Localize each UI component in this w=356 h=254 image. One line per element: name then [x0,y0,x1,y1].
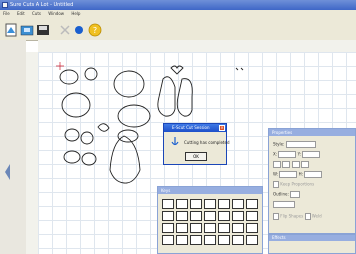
dialog-close-icon[interactable]: × [219,125,225,131]
menu-file[interactable]: File [0,10,13,18]
outline-value-field[interactable] [273,201,295,208]
blob-icon[interactable] [72,22,86,36]
key-button[interactable] [190,223,202,233]
dialog-message: Cutting has completed [184,140,230,145]
key-button[interactable] [176,223,188,233]
key-button[interactable] [218,199,230,209]
nudge-up-button[interactable] [273,161,281,168]
key-button[interactable] [204,223,216,233]
menu-help[interactable]: Help [68,10,83,18]
outline-label: Outline: [273,191,289,197]
open-icon[interactable] [20,22,34,36]
nudge-down-button[interactable] [282,161,291,168]
anchor-icon [171,137,179,146]
nudge-left-button[interactable] [291,161,300,168]
cut-icon[interactable] [58,22,72,36]
key-button[interactable] [190,199,202,209]
nudge-right-button[interactable] [300,161,309,168]
menu-window[interactable]: Window [45,10,67,18]
key-button[interactable] [232,235,244,245]
keys-title: Keys [158,187,262,194]
save-icon[interactable] [36,22,50,36]
w-label: W: [273,171,279,177]
flip-checkbox[interactable] [273,213,279,220]
key-button[interactable] [246,211,258,221]
y-label: Y: [297,151,301,157]
dialog-title: E-Scut Cut Session [164,124,226,132]
x-label: X: [273,151,278,157]
y-field[interactable] [302,151,321,158]
app-icon [2,2,8,8]
style-select[interactable] [285,141,316,148]
key-grid [162,199,258,245]
width-field[interactable] [279,171,298,178]
app-window: Sure Cuts A Lot - Untitled File Edit Cut… [0,0,356,254]
key-button[interactable] [246,199,258,209]
menu-edit[interactable]: Edit [14,10,28,18]
effects-panel: Effects [268,234,356,254]
key-button[interactable] [218,211,230,221]
new-icon[interactable] [4,22,18,37]
key-button[interactable] [204,235,216,245]
style-label: Style: [273,141,285,147]
keep-proportions-label: Keep Proportions [280,181,315,187]
effects-title: Effects [269,235,355,241]
key-button[interactable] [204,211,216,221]
key-button[interactable] [204,199,216,209]
collapse-arrow-icon[interactable] [0,40,26,254]
key-button[interactable] [190,235,202,245]
x-field[interactable] [278,151,297,158]
cut-session-dialog: E-Scut Cut Session × Cutting has complet… [163,123,230,165]
weld-label: Weld [311,213,322,219]
h-label: H: [298,171,303,177]
key-button[interactable] [246,235,258,245]
key-button[interactable] [162,223,174,233]
window-title: Sure Cuts A Lot - Untitled [10,2,74,8]
ok-button[interactable]: OK [185,152,207,161]
key-button[interactable] [218,223,230,233]
key-button[interactable] [232,223,244,233]
flip-label: Flip Shapes [280,213,304,219]
toolbar: ? [0,18,356,41]
properties-panel: Properties Style: X: Y: W: H: Keep Propo… [268,128,356,234]
title-bar[interactable]: Sure Cuts A Lot - Untitled [0,0,356,10]
properties-title: Properties [269,129,355,136]
height-field[interactable] [304,171,323,178]
menu-bar: File Edit Cuts Window Help [0,10,356,18]
keys-panel: Keys [157,186,263,254]
weld-checkbox[interactable] [304,213,311,220]
outline-field[interactable] [290,191,301,198]
key-button[interactable] [232,211,244,221]
key-button[interactable] [162,199,174,209]
nudge-row [273,161,309,168]
left-panel [0,40,26,254]
key-button[interactable] [176,211,188,221]
key-button[interactable] [176,235,188,245]
svg-text:?: ? [93,26,97,35]
key-button[interactable] [176,199,188,209]
key-button[interactable] [218,235,230,245]
key-button[interactable] [162,211,174,221]
key-button[interactable] [246,223,258,233]
keep-proportions-checkbox[interactable] [273,181,279,188]
menu-cuts[interactable]: Cuts [29,10,44,18]
key-button[interactable] [162,235,174,245]
key-button[interactable] [190,211,202,221]
help-icon[interactable]: ? [88,22,102,37]
key-button[interactable] [232,199,244,209]
